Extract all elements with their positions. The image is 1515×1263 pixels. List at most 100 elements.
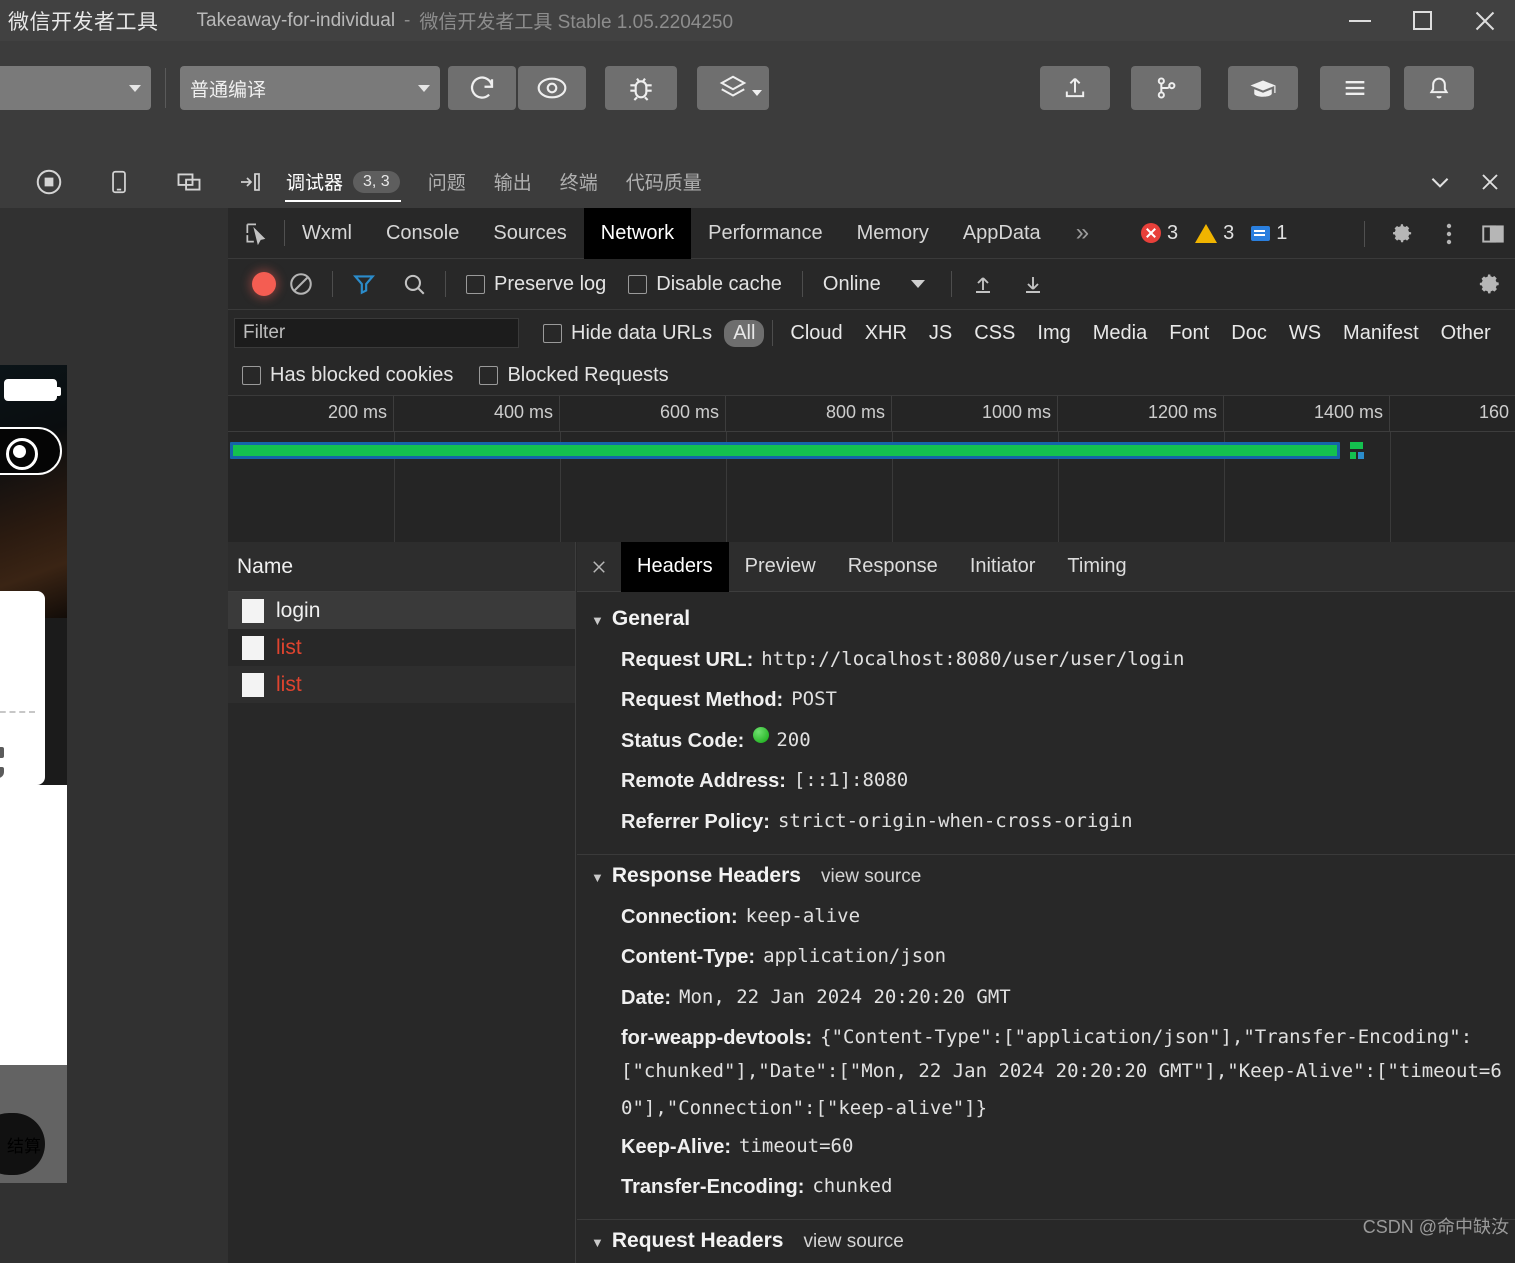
compile-button[interactable] [448,66,516,110]
education-kit-button[interactable] [1228,66,1298,110]
tab-memory[interactable]: Memory [840,208,946,259]
collapse-panel-button[interactable] [1415,155,1465,208]
tick-label: 160 [1478,402,1509,422]
simulator-screen[interactable]: 结算 [0,365,67,1183]
filter-type-css[interactable]: CSS [965,320,1024,347]
section-general-header[interactable]: ▼ General [577,598,1515,640]
expand-panel-button[interactable] [228,170,272,194]
section-response-headers-header[interactable]: ▼ Response Headers view source [577,853,1515,897]
detail-tab-response[interactable]: Response [832,542,954,592]
debugger-tab-debugger[interactable]: 调试器 3, 3 [272,155,414,208]
close-debugger-button[interactable] [1465,155,1515,208]
record-network-button[interactable] [252,272,276,296]
chevron-down-icon[interactable] [910,280,925,288]
debugger-tab-output[interactable]: 输出 [480,155,546,208]
field-key: Content-Type: [621,946,756,969]
tick-label: 800 ms [825,402,885,422]
filter-type-ws[interactable]: WS [1280,320,1330,347]
filter-type-other[interactable]: Other [1432,320,1500,347]
tick-label: 1200 ms [1147,402,1217,422]
filter-type-media[interactable]: Media [1084,320,1156,347]
tab-label: 代码质量 [625,173,702,194]
more-tabs-button[interactable]: » [1058,219,1107,247]
tab-performance[interactable]: Performance [691,208,840,259]
devtools-actions [1364,208,1515,259]
maximize-button[interactable] [1391,0,1453,41]
real-device-debug-button[interactable] [605,66,677,110]
info-count[interactable]: 1 [1251,222,1287,245]
search-button[interactable] [389,259,439,310]
filter-type-font[interactable]: Font [1160,320,1218,347]
devtools-menu-button[interactable] [1427,208,1471,259]
import-har-button[interactable] [958,259,1008,310]
upload-button[interactable] [1040,66,1110,110]
view-source-link[interactable]: view source [803,1231,903,1253]
filter-type-js[interactable]: JS [920,320,961,347]
device-select[interactable] [0,66,151,110]
tab-label: Preview [744,555,816,577]
details-button[interactable] [1320,66,1390,110]
info-count-value: 1 [1276,221,1288,244]
filter-type-xhr[interactable]: XHR [856,320,916,347]
throttling-select[interactable]: Online [823,273,881,296]
filter-type-all[interactable]: All [724,319,765,347]
tab-label: Initiator [969,555,1036,577]
close-detail-button[interactable] [577,542,621,592]
network-timeline-overview[interactable]: 200 ms 400 ms 600 ms 800 ms 1000 ms 1200… [228,396,1515,542]
detail-tab-timing[interactable]: Timing [1051,542,1142,592]
capsule-button[interactable] [0,427,62,475]
table-row[interactable]: list [228,629,575,666]
disable-cache-checkbox[interactable]: Disable cache [628,273,782,296]
toolbar-divider [950,271,952,297]
detail-tab-preview[interactable]: Preview [729,542,832,592]
timeline-tick: 1200 ms [1058,396,1224,432]
multi-window-button[interactable] [166,159,212,205]
request-type-icon [242,635,264,660]
preserve-log-checkbox[interactable]: Preserve log [466,273,606,296]
filter-type-manifest[interactable]: Manifest [1334,320,1428,347]
error-count[interactable]: 3 [1141,222,1178,245]
compile-mode-select[interactable]: 普通编译 [180,66,440,110]
inspect-element-button[interactable] [228,208,284,259]
filter-input[interactable] [234,318,519,348]
tab-appdata[interactable]: AppData [946,208,1058,259]
table-row[interactable]: login [228,592,575,629]
timeline-gridline [1390,432,1391,542]
debugger-tab-terminal[interactable]: 终端 [546,155,612,208]
clear-network-button[interactable] [276,259,326,310]
tab-network[interactable]: Network [583,207,692,259]
has-blocked-cookies-checkbox[interactable]: Has blocked cookies [242,364,453,387]
filter-type-img[interactable]: Img [1028,320,1079,347]
device-toggle-button[interactable] [96,159,142,205]
filter-type-cloud[interactable]: Cloud [781,320,851,347]
tab-wxml[interactable]: Wxml [285,208,369,259]
tab-console[interactable]: Console [369,208,476,259]
detail-tab-headers[interactable]: Headers [621,541,729,592]
clear-cache-button[interactable] [697,66,769,110]
warning-count[interactable]: 3 [1195,222,1234,245]
export-har-button[interactable] [1008,259,1058,310]
dock-side-button[interactable] [1471,208,1515,259]
version-management-button[interactable] [1131,66,1201,110]
blocked-requests-checkbox[interactable]: Blocked Requests [479,364,669,387]
record-button[interactable] [26,159,72,205]
network-settings-button[interactable] [1467,259,1515,310]
timeline-marker [1350,442,1363,449]
filter-toggle-button[interactable] [339,259,389,310]
debugger-tab-problems[interactable]: 问题 [414,155,480,208]
filter-type-doc[interactable]: Doc [1222,320,1276,347]
close-button[interactable] [1453,0,1515,41]
detail-tab-initiator[interactable]: Initiator [954,542,1052,592]
debugger-tab-code-quality[interactable]: 代码质量 [612,155,716,208]
detail-content[interactable]: ▼ General Request URL: http://localhost:… [577,592,1515,1263]
table-row[interactable]: list [228,666,575,703]
hide-data-urls-checkbox[interactable]: Hide data URLs [543,322,712,345]
field-value: timeout=60 [739,1134,854,1157]
settings-button[interactable] [1379,208,1427,259]
preview-button[interactable] [518,66,586,110]
general-status-code: Status Code: 200 [577,721,1515,761]
tab-sources[interactable]: Sources [476,208,583,259]
minimize-button[interactable] [1329,0,1391,41]
view-source-link[interactable]: view source [821,866,921,888]
messages-button[interactable] [1404,66,1474,110]
